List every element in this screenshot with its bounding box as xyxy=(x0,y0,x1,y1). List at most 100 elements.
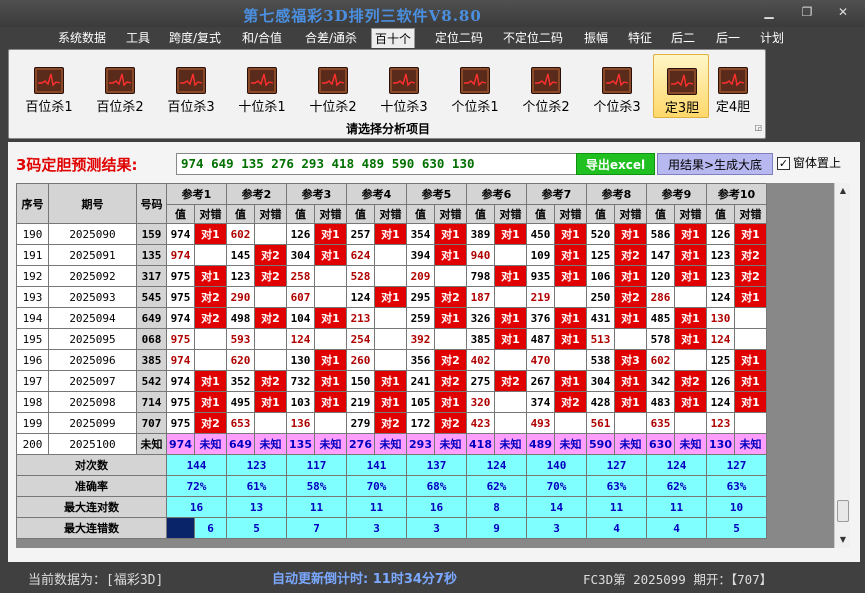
menu-item-6[interactable]: 定位二码 xyxy=(432,28,486,48)
ribbon-button-3[interactable]: 十位杀1 xyxy=(234,54,290,118)
ref-value: 187 xyxy=(466,286,495,308)
table-row[interactable]: 193 2025093 545 975 对2 290 607 124 对1 295 对2 187 219… xyxy=(16,286,767,308)
ribbon-button-2[interactable]: 百位杀3 xyxy=(163,54,219,118)
table-row[interactable]: 198 2025098 714 975 对1 495 对1 103 对1 219 对1 105 对1 32… xyxy=(16,391,767,413)
ribbon-button-7[interactable]: 个位杀2 xyxy=(518,54,574,118)
ref-value: 219 xyxy=(526,286,555,308)
header-seq: 序号 xyxy=(16,183,49,224)
ref-value: 602 xyxy=(646,349,675,371)
pred-value: 489 xyxy=(526,433,555,455)
scroll-down-arrow-icon[interactable]: ▼ xyxy=(835,532,851,548)
prediction-result-field[interactable]: 974 649 135 276 293 418 489 590 630 130 xyxy=(176,153,582,175)
chart-monitor-icon xyxy=(667,68,697,95)
stats-value: 10 xyxy=(706,496,767,518)
stats-value: 13 xyxy=(226,496,287,518)
menu-item-2[interactable]: 跨度/复式 xyxy=(166,28,224,48)
header-value: 值 xyxy=(406,204,435,224)
close-icon[interactable]: ✕ xyxy=(832,4,854,20)
ref-value: 145 xyxy=(226,244,255,266)
row-code: 714 xyxy=(136,391,167,413)
checkbox-check-icon[interactable]: ✓ xyxy=(777,157,790,170)
ref-value: 513 xyxy=(586,328,615,350)
ref-check: 对2 xyxy=(614,244,647,266)
table-row[interactable]: 199 2025099 707 975 对2 653 136 279 对2 172 对2 423 493… xyxy=(16,412,767,434)
ref-value: 320 xyxy=(466,391,495,413)
analysis-grid[interactable]: 序号 期号 号码 参考1 参考2 参考3 参考4 参考5 参考6 参考7 参考8 参考9 参考10 值对错… xyxy=(16,183,834,548)
menu-item-11[interactable]: 后一 xyxy=(713,28,743,48)
ref-check: 对1 xyxy=(314,223,347,245)
table-row[interactable]: 191 2025091 135 974 145 对2 304 对1 624 394 对1 940 109… xyxy=(16,244,767,266)
row-seq: 199 xyxy=(16,412,49,434)
table-row[interactable]: 197 2025097 542 974 对1 352 对2 732 对1 150 对1 241 对2 27… xyxy=(16,370,767,392)
ribbon-button-0[interactable]: 百位杀1 xyxy=(21,54,77,118)
pred-check: 未知 xyxy=(674,433,707,455)
ref-value: 104 xyxy=(286,307,315,329)
maximize-icon[interactable]: ❐ xyxy=(796,4,818,20)
scroll-up-arrow-icon[interactable]: ▲ xyxy=(835,183,851,199)
row-code: 068 xyxy=(136,328,167,350)
ribbon-button-1[interactable]: 百位杀2 xyxy=(92,54,148,118)
ref-check xyxy=(554,286,587,308)
vertical-scrollbar[interactable]: ▲ ▼ xyxy=(834,183,850,548)
export-excel-button[interactable]: 导出excel xyxy=(576,153,655,175)
header-check: 对错 xyxy=(434,204,467,224)
ref-check xyxy=(314,328,347,350)
ref-check: 对1 xyxy=(554,244,587,266)
table-row[interactable]: 190 2025090 159 974 对1 602 126 对1 257 对1 354 对1 389 对… xyxy=(16,223,767,245)
table-row[interactable]: 196 2025096 385 974 620 130 对1 260 356 对2 402 470 53… xyxy=(16,349,767,371)
ref-check: 对1 xyxy=(734,391,767,413)
generate-base-button[interactable]: 用结果>生成大底 xyxy=(657,153,773,175)
minimize-icon[interactable]: ▁ xyxy=(758,4,780,20)
ribbon-button-10[interactable]: 定4胆 xyxy=(710,54,756,118)
scroll-thumb[interactable] xyxy=(837,500,849,522)
ref-value: 483 xyxy=(646,391,675,413)
window-on-top-checkbox[interactable]: ✓ 窗体置上 xyxy=(777,154,841,171)
menu-item-7[interactable]: 不定位二码 xyxy=(500,28,566,48)
ref-check xyxy=(554,412,587,434)
ribbon-caption: 请选择分析项目 xyxy=(345,122,430,136)
menu-item-4[interactable]: 合差/通杀 xyxy=(302,28,360,48)
menu-item-3[interactable]: 和/合值 xyxy=(239,28,285,48)
ref-value: 624 xyxy=(346,244,375,266)
ribbon-button-4[interactable]: 十位杀2 xyxy=(305,54,361,118)
menu-item-8[interactable]: 振幅 xyxy=(581,28,611,48)
menu-item-0[interactable]: 系统数据 xyxy=(55,28,109,48)
ref-check: 对1 xyxy=(734,349,767,371)
menu-item-9[interactable]: 特征 xyxy=(625,28,655,48)
row-seq: 191 xyxy=(16,244,49,266)
ref-value: 974 xyxy=(166,370,195,392)
ref-check: 对2 xyxy=(674,370,707,392)
ref-check: 对2 xyxy=(554,391,587,413)
stats-value: 9 xyxy=(466,517,527,539)
ribbon-button-8[interactable]: 个位杀3 xyxy=(589,54,645,118)
ref-check: 对2 xyxy=(194,412,227,434)
menu-item-5[interactable]: 百十个 xyxy=(371,28,416,48)
table-row[interactable]: 192 2025092 317 975 对1 123 对2 258 528 209 798 对1 935… xyxy=(16,265,767,287)
ref-check: 对1 xyxy=(314,349,347,371)
ref-value: 798 xyxy=(466,265,495,287)
ref-value: 940 xyxy=(466,244,495,266)
status-bar: 当前数据为：[福彩3D] 自动更新倒计时: 11时34分7秒 FC3D第 202… xyxy=(0,563,865,593)
ribbon-button-5[interactable]: 十位杀3 xyxy=(376,54,432,118)
stats-value: 63% xyxy=(706,475,767,497)
dialog-launcher-icon[interactable]: ◲ xyxy=(754,123,762,132)
menu-item-1[interactable]: 工具 xyxy=(123,28,153,48)
table-row[interactable]: 194 2025094 649 974 对2 498 对2 104 对1 213 259 对1 326 对… xyxy=(16,307,767,329)
header-value: 值 xyxy=(586,204,615,224)
ribbon-button-label: 定4胆 xyxy=(715,100,751,115)
table-row[interactable]: 195 2025095 068 975 593 124 254 392 385 对1 487 对1 51… xyxy=(16,328,767,350)
ref-value: 376 xyxy=(526,307,555,329)
stats-row: 准确率 72% 61% 58% 70% 68% 62% 70% 63% 62% 63% xyxy=(16,475,767,497)
prediction-row[interactable]: 200 2025100 未知 974 未知 649 未知 135 未知 276 未知 293 未知 418… xyxy=(16,433,767,455)
ref-check xyxy=(374,349,407,371)
ref-value: 385 xyxy=(466,328,495,350)
pred-check: 未知 xyxy=(434,433,467,455)
ref-value: 126 xyxy=(706,223,735,245)
ribbon-button-label: 个位杀3 xyxy=(593,100,641,115)
ref-value: 123 xyxy=(706,412,735,434)
ribbon-button-6[interactable]: 个位杀1 xyxy=(447,54,503,118)
menu-item-10[interactable]: 后二 xyxy=(668,28,698,48)
ref-check xyxy=(374,328,407,350)
menu-item-12[interactable]: 计划 xyxy=(757,28,787,48)
ref-value: 295 xyxy=(406,286,435,308)
